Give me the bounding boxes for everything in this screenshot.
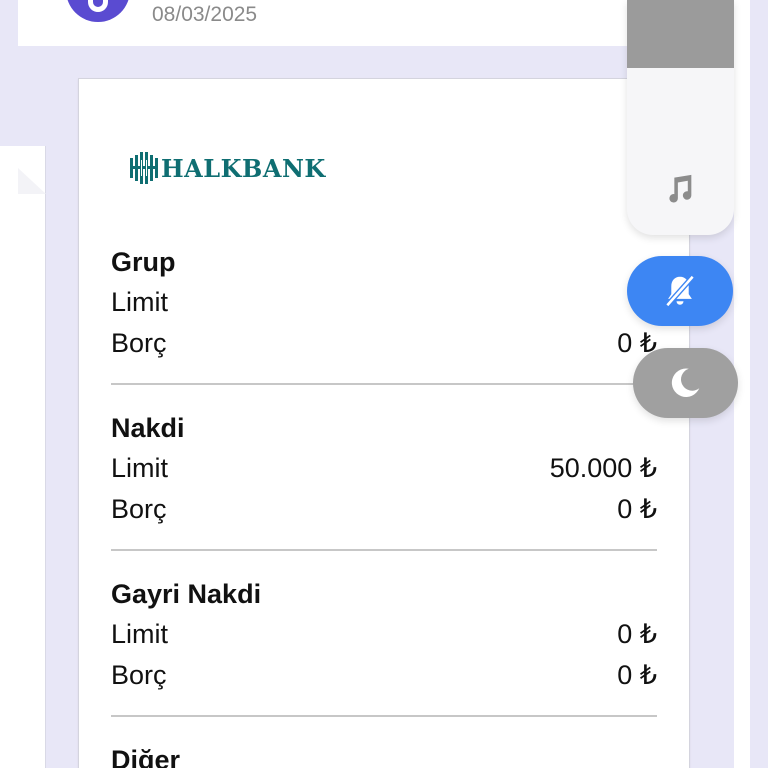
row-borc: Borç 0 ₺: [111, 328, 657, 362]
row-value: 50.000 ₺: [549, 453, 657, 483]
moon-icon: [671, 368, 700, 398]
volume-panel[interactable]: [627, 0, 734, 235]
row-value: 0 ₺: [617, 619, 657, 649]
section-divider: [111, 549, 657, 551]
section-title: Nakdi: [111, 413, 185, 443]
account-limit-card: HALKBANK Grup Limit 0 Borç 0 ₺ Nakdi Lim…: [78, 78, 690, 768]
avatar[interactable]: [66, 0, 130, 22]
bank-logo: HALKBANK: [129, 151, 326, 185]
music-note-icon: [669, 174, 692, 203]
section-gayri-nakdi: Gayri Nakdi Limit 0 ₺ Borç 0 ₺: [111, 579, 657, 719]
section-title: Grup: [111, 247, 176, 277]
section-divider: [111, 715, 657, 717]
row-label: Borç: [111, 660, 167, 690]
section-diger: Diğer: [111, 745, 657, 768]
volume-slider-fill[interactable]: [627, 0, 734, 68]
row-value: 0 ₺: [617, 494, 657, 524]
page-root: 08/03/2025 HALKBANK Grup Limit Borç 0 ₺ …: [0, 0, 768, 768]
section-nakdi: Nakdi Limit 50.000 ₺ Borç 0 ₺: [111, 413, 657, 553]
section-title: Diğer: [111, 745, 181, 768]
row-borc: Borç 0 ₺: [111, 660, 657, 694]
row-label: Limit: [111, 619, 169, 649]
row-limit: Limit 50.000 ₺: [111, 453, 657, 487]
header-date: 08/03/2025: [152, 3, 258, 26]
row-limit: Limit 0 ₺: [111, 619, 657, 653]
avatar-glyph-icon: [88, 0, 108, 12]
row-value: 0 ₺: [617, 660, 657, 690]
bank-name: HALKBANK: [161, 153, 326, 183]
row-label: Borç: [111, 494, 167, 524]
bell-slash-icon: [665, 274, 695, 308]
row-label: Limit: [111, 453, 169, 483]
row-limit: Limit 0: [111, 287, 657, 321]
row-borc: Borç 0 ₺: [111, 494, 657, 528]
halkbank-logo-icon: [130, 152, 158, 184]
mute-toggle-button[interactable]: [627, 256, 733, 326]
section-title: Gayri Nakdi: [111, 579, 262, 609]
row-label: Limit: [111, 287, 169, 317]
section-divider: [111, 383, 657, 385]
section-grup: Grup Limit 0 Borç 0 ₺: [111, 247, 657, 387]
dark-mode-toggle-button[interactable]: [633, 348, 738, 418]
row-label: Borç: [111, 328, 167, 358]
background-card-left: [0, 146, 46, 768]
background-card-right: [734, 46, 750, 768]
